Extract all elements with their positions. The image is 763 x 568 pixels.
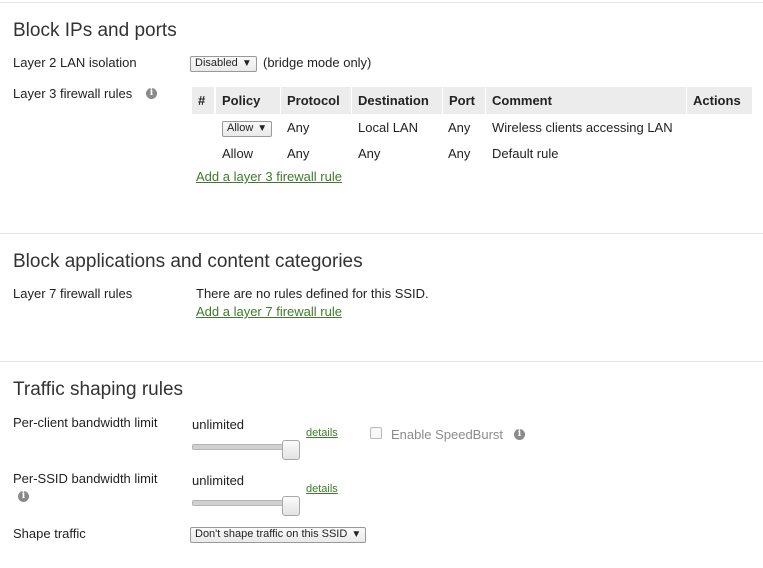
column-header-actions: Actions <box>687 87 752 114</box>
per-ssid-details-link[interactable]: details <box>306 483 338 495</box>
info-icon[interactable]: i <box>18 491 29 502</box>
shape-traffic-select[interactable]: Don't shape traffic on this SSID ▼ <box>190 527 367 543</box>
l7-firewall-label: Layer 7 firewall rules <box>13 286 133 301</box>
column-header-protocol: Protocol <box>281 87 351 114</box>
column-header-comment: Comment <box>486 87 686 114</box>
column-header-port: Port <box>443 87 485 114</box>
l3-firewall-label: Layer 3 firewall rules <box>13 86 133 101</box>
chevron-down-icon: ▼ <box>351 529 362 540</box>
row-policy-select-value: Allow <box>227 122 254 134</box>
chevron-down-icon: ▼ <box>257 123 268 134</box>
per-client-slider-handle[interactable] <box>282 440 300 460</box>
column-header-destination: Destination <box>352 87 442 114</box>
section-divider <box>0 361 763 362</box>
row-policy-select[interactable]: Allow ▼ <box>222 121 273 137</box>
column-header-policy: Policy <box>216 87 280 114</box>
row-policy: Allow <box>222 146 254 161</box>
row-comment: Wireless clients accessing LAN <box>492 120 673 135</box>
section-title-block-ips: Block IPs and ports <box>13 20 177 41</box>
per-client-limit-label: Per-client bandwidth limit <box>13 415 158 430</box>
shape-traffic-label: Shape traffic <box>13 526 86 541</box>
l2-isolation-label: Layer 2 LAN isolation <box>13 55 137 70</box>
info-icon[interactable]: i <box>146 88 157 99</box>
no-rules-text: There are no rules defined for this SSID… <box>196 286 429 301</box>
speedburst-label: Enable SpeedBurst <box>391 427 504 442</box>
top-divider <box>0 2 763 3</box>
row-port: Any <box>448 120 471 135</box>
row-protocol: Any <box>287 146 310 161</box>
per-ssid-slider-track[interactable] <box>192 500 288 506</box>
row-port: Any <box>448 146 471 161</box>
section-title-traffic-shaping: Traffic shaping rules <box>13 379 184 400</box>
row-protocol: Any <box>287 120 310 135</box>
per-ssid-limit-value: unlimited <box>192 473 245 488</box>
info-icon[interactable]: i <box>514 429 525 440</box>
shape-traffic-select-value: Don't shape traffic on this SSID <box>195 528 348 540</box>
per-client-slider-track[interactable] <box>192 444 288 450</box>
l2-isolation-select[interactable]: Disabled ▼ <box>190 56 257 72</box>
row-destination: Local LAN <box>358 120 418 135</box>
add-l7-rule-link[interactable]: Add a layer 7 firewall rule <box>196 304 342 319</box>
per-ssid-limit-label: Per-SSID bandwidth limit <box>13 471 158 486</box>
per-client-limit-value: unlimited <box>192 417 245 432</box>
chevron-down-icon: ▼ <box>241 58 252 69</box>
row-comment: Default rule <box>492 146 559 161</box>
l2-isolation-note: (bridge mode only) <box>263 55 372 70</box>
section-divider <box>0 233 763 234</box>
column-header-number: # <box>192 87 214 114</box>
per-ssid-slider-handle[interactable] <box>282 496 300 516</box>
speedburst-checkbox[interactable] <box>370 427 382 439</box>
l2-isolation-select-value: Disabled <box>195 57 238 69</box>
row-destination: Any <box>358 146 381 161</box>
per-client-details-link[interactable]: details <box>306 427 338 439</box>
section-title-block-apps: Block applications and content categorie… <box>13 251 363 272</box>
add-l3-rule-link[interactable]: Add a layer 3 firewall rule <box>196 169 342 184</box>
